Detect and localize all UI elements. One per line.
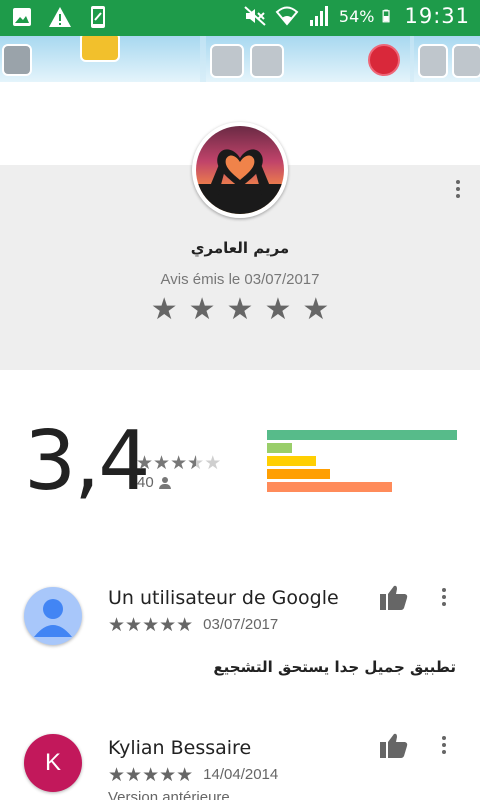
review-menu-button[interactable]: [441, 588, 447, 606]
average-rating: 3,4: [24, 414, 150, 509]
arrow-right-icon: [250, 44, 284, 78]
featured-review-stars: ★ ★ ★ ★ ★: [0, 294, 480, 326]
star-icon: ★: [136, 452, 154, 474]
arrow-left-icon: [418, 44, 448, 78]
clock: 19:31: [404, 4, 470, 28]
record-icon: [368, 44, 400, 76]
rating-bar-1-star: [267, 482, 392, 492]
rating-bar-5-star: [267, 430, 457, 440]
average-rating-stars: ★ ★ ★ ★ ★: [136, 453, 221, 473]
person-icon: [158, 476, 171, 489]
thumbs-up-icon[interactable]: [380, 732, 408, 758]
rating-bar-2-star: [267, 469, 330, 479]
star-icon: ★: [226, 292, 254, 327]
screenshot-thumb-1[interactable]: [0, 36, 200, 82]
screenshot-strip[interactable]: [0, 36, 480, 82]
wifi-icon: [275, 6, 299, 26]
review-date: 14/04/2014: [203, 766, 279, 783]
rating-bar-3-star: [267, 456, 316, 466]
star-icon: ★: [188, 292, 216, 327]
mute-icon: [244, 6, 266, 26]
rating-count: 40: [137, 474, 171, 491]
review-text: تطبيق جميل جدا يستحق التشجيع: [213, 658, 456, 676]
review-author: Un utilisateur de Google: [108, 587, 339, 609]
avatar-letter: K: [44, 749, 61, 776]
default-user-icon: [34, 599, 72, 637]
screenshot-thumb-2[interactable]: [206, 36, 410, 82]
signal-icon: [309, 6, 328, 26]
review-date: Avis émis le 03/07/2017: [160, 271, 320, 288]
star-icon: ★: [170, 452, 188, 474]
review-version-note: Version antérieure: [108, 789, 230, 800]
avatar: K: [24, 734, 82, 792]
star-icon: ★: [153, 452, 171, 474]
rating-bar-4-star: [267, 443, 292, 453]
reviewer-avatar: [192, 122, 288, 218]
star-icon: ★★★★★: [108, 614, 194, 636]
exit-door-icon: [80, 36, 120, 62]
warning-icon: [49, 7, 71, 27]
star-icon: ★: [302, 292, 330, 327]
arrow-left-icon: [210, 44, 244, 78]
review-date: 03/07/2017: [203, 616, 279, 633]
star-icon: ★: [150, 292, 178, 327]
app-screen: 54% 19:31 مريم العامري Avis émis le 03/0…: [0, 0, 480, 800]
gallery-icon: [13, 8, 31, 26]
status-bar: 54% 19:31: [0, 0, 480, 36]
star-icon: ★: [264, 292, 292, 327]
half-star-icon: ★: [187, 453, 204, 473]
review-stars: ★★★★★ 14/04/2014: [108, 765, 278, 785]
review-stars: ★★★★★ 03/07/2017: [108, 615, 278, 635]
reviewer-name: مريم العامري: [190, 239, 290, 257]
battery-percent: 54%: [338, 6, 375, 26]
review-author: Kylian Bessaire: [108, 737, 252, 759]
battery-icon: [383, 9, 391, 23]
rating-count-value: 40: [137, 474, 154, 491]
empty-star-icon: ★: [204, 452, 222, 474]
heart-hands-icon: [196, 149, 284, 214]
star-icon: ★★★★★: [108, 764, 194, 786]
avatar: [24, 587, 82, 645]
rating-distribution: [267, 430, 457, 495]
featured-review-menu-button[interactable]: [455, 180, 461, 198]
music-note-icon: [2, 44, 32, 76]
screenshot-icon: [91, 6, 105, 28]
review-menu-button[interactable]: [441, 736, 447, 754]
screenshot-thumb-3[interactable]: [414, 36, 480, 82]
arrow-right-icon: [452, 44, 480, 78]
thumbs-up-icon[interactable]: [380, 584, 408, 610]
